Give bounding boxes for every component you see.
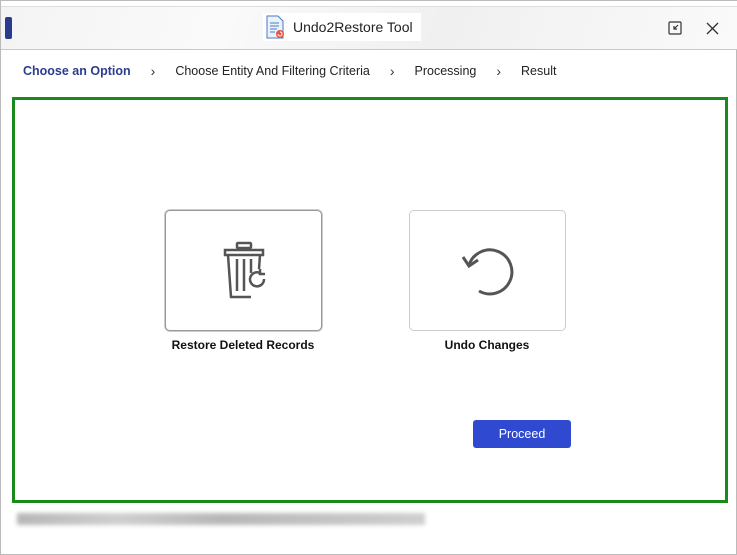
- wizard-steps: Choose an Option › Choose Entity And Fil…: [23, 63, 556, 79]
- window-title: Undo2Restore Tool: [263, 13, 421, 41]
- chevron-right-icon: ›: [496, 63, 502, 79]
- connection-status-blurred: [17, 513, 425, 525]
- undo-icon: [461, 247, 513, 295]
- undo-changes-card[interactable]: [409, 210, 566, 331]
- undo-changes-label: Undo Changes: [444, 338, 530, 352]
- step-result: Result: [521, 64, 557, 78]
- window-title-text: Undo2Restore Tool: [293, 19, 413, 35]
- trash-restore-icon: [223, 241, 265, 298]
- title-bar: Undo2Restore Tool: [1, 7, 737, 50]
- chevron-right-icon: ›: [150, 63, 156, 79]
- document-restore-icon: [266, 15, 284, 39]
- chevron-right-icon: ›: [389, 63, 395, 79]
- restore-window-icon: [668, 21, 682, 35]
- restore-deleted-records-label: Restore Deleted Records: [171, 338, 315, 352]
- app-logo: [5, 17, 12, 39]
- close-button[interactable]: [702, 18, 722, 38]
- content-panel: Restore Deleted Records Undo Changes Pro…: [12, 97, 728, 503]
- restore-window-button[interactable]: [665, 18, 685, 38]
- restore-deleted-records-card[interactable]: [165, 210, 322, 331]
- step-choose-entity: Choose Entity And Filtering Criteria: [175, 64, 370, 78]
- step-processing: Processing: [414, 64, 477, 78]
- close-icon: [706, 22, 718, 34]
- proceed-button[interactable]: Proceed: [473, 420, 571, 448]
- step-choose-option: Choose an Option: [23, 64, 131, 78]
